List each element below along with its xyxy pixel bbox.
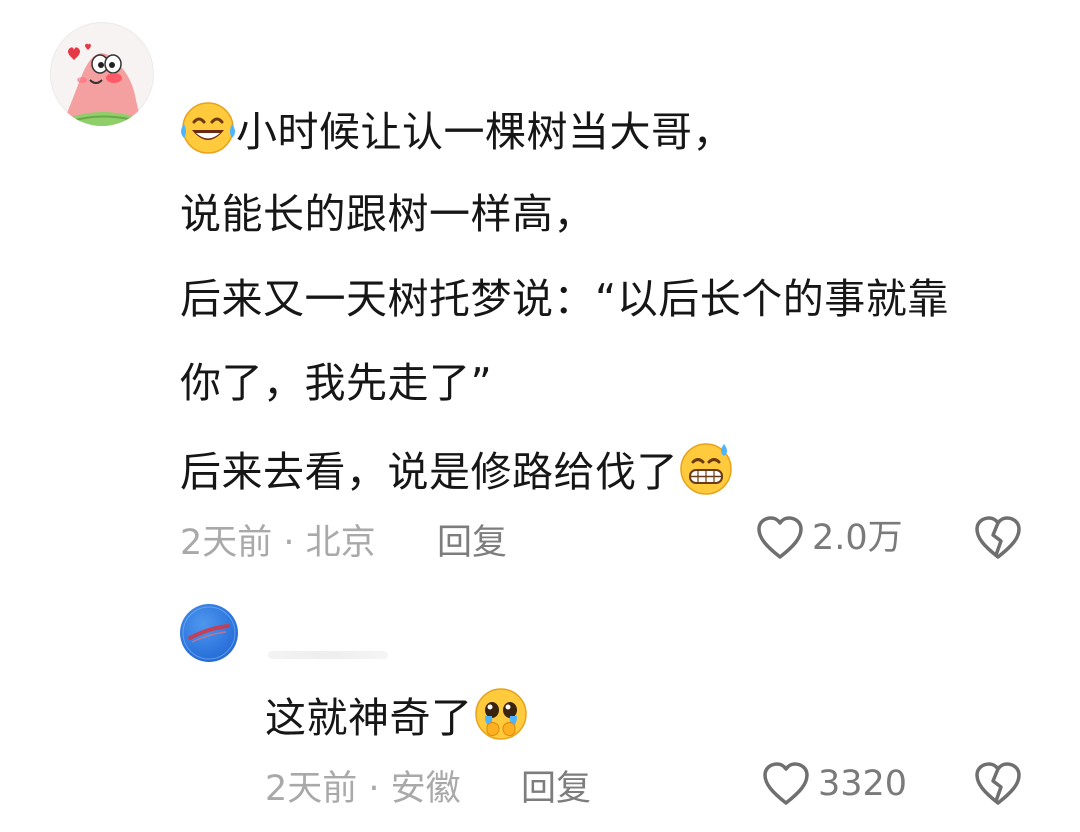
replier-avatar[interactable] [180,604,238,662]
dislike-button[interactable] [974,515,1022,565]
reply-like-count: 3320 [818,764,908,804]
commenter-avatar[interactable] [50,22,154,126]
reply-reply-button[interactable]: 回复 [521,767,591,811]
reply-button[interactable]: 回复 [437,521,507,565]
comment-line-3: 后来又一天树托梦说：“以后长个的事就靠 [180,275,949,323]
comment-line-2: 说能长的跟树一样高， [180,190,595,238]
comment-line-4: 你了，我先走了” [180,359,493,407]
reply-content-text: 这就神奇了 [265,694,473,742]
reply-like-button[interactable]: 3320 [762,761,907,807]
heart-outline-icon [757,516,803,559]
pleading-teary-emoji [474,688,527,740]
broken-heart-icon [975,762,1021,805]
blue-circle-avatar-icon [182,606,236,660]
reply-meta: 2天前 · 安徽 [265,769,461,809]
heart-outline-icon [763,762,809,805]
reply-dislike-button[interactable] [974,761,1022,811]
broken-heart-icon [975,516,1021,559]
replier-name-hidden [268,651,388,659]
reply-content: 这就神奇了 [265,686,529,743]
laughing-tears-emoji [181,102,235,154]
like-count: 2.0万 [812,518,903,558]
comment-line-1-text: 小时候让认一棵树当大哥， [236,108,734,156]
grinning-sweat-emoji [680,443,732,495]
patrick-star-avatar-icon [62,43,142,126]
comment-line-5: 后来去看，说是修路给伐了 [180,440,734,497]
comment-meta: 2天前 · 北京 [180,523,376,563]
like-button[interactable]: 2.0万 [756,515,903,561]
comment-line-1: 小时候让认一棵树当大哥， [180,100,734,157]
comment-line-5-text: 后来去看，说是修路给伐了 [180,448,678,496]
